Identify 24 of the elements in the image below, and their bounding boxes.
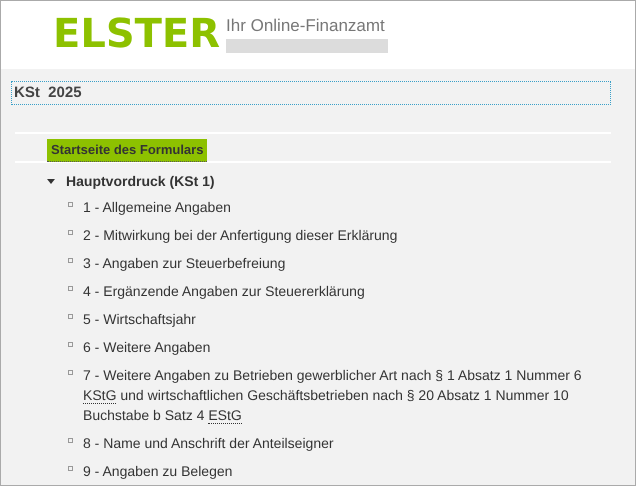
bullet-icon bbox=[68, 258, 73, 263]
bullet-icon bbox=[68, 370, 73, 375]
bullet-icon bbox=[68, 286, 73, 291]
tree-item[interactable]: 3 - Angaben zur Steuerbefreiung bbox=[83, 253, 611, 273]
start-page-link[interactable]: Startseite des Formulars bbox=[47, 139, 208, 162]
bullet-icon bbox=[68, 466, 73, 471]
bullet-icon bbox=[68, 202, 73, 207]
tree-item[interactable]: 4 - Ergänzende Angaben zur Steuererklärung bbox=[83, 281, 611, 301]
tree-item[interactable]: 1 - Allgemeine Angaben bbox=[83, 197, 611, 217]
caret-icon[interactable] bbox=[47, 178, 55, 184]
bullet-icon bbox=[68, 438, 73, 443]
tree-heading[interactable]: Hauptvordruck (KSt 1) bbox=[66, 173, 215, 189]
bullet-icon bbox=[68, 230, 73, 235]
form-title: KSt 2025 bbox=[11, 81, 611, 105]
tree-item[interactable]: 5 - Wirtschaftsjahr bbox=[83, 309, 611, 329]
logo: ELSTER bbox=[53, 11, 220, 57]
tree-item[interactable]: 9 - Angaben zu Belegen bbox=[83, 461, 611, 481]
bullet-icon bbox=[68, 342, 73, 347]
tree-item[interactable]: 7 - Weitere Angaben zu Betrieben gewerblicher Art nach § 1 Absatz 1 Nummer 6 KStG und wirtschaftlichen Geschäftsbetrieben nach § 20 Absatz 1 Nummer 10 Buchstabe b Satz 4 EStG bbox=[83, 365, 611, 425]
bullet-icon bbox=[68, 314, 73, 319]
tree-item[interactable]: 8 - Name und Anschrift der Anteilseigner bbox=[83, 433, 611, 453]
tree-item[interactable]: 6 - Weitere Angaben bbox=[83, 337, 611, 357]
tree-item[interactable]: 2 - Mitwirkung bei der Anfertigung dieser Erklärung bbox=[83, 225, 611, 245]
subtitle: Ihr Online-Finanzamt bbox=[226, 16, 386, 36]
